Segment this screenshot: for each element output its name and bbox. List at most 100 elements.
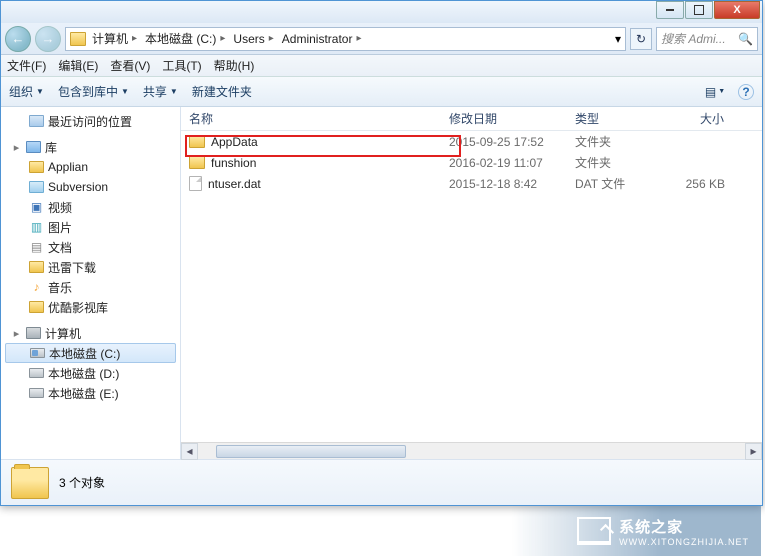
column-size[interactable]: 大小 [663, 110, 733, 127]
window-controls: X [655, 1, 760, 21]
tree-drive-d[interactable]: 本地磁盘 (D:) [1, 363, 180, 383]
close-button[interactable]: X [714, 1, 760, 19]
new-folder-button[interactable]: 新建文件夹 [192, 83, 252, 100]
drive-icon [29, 368, 44, 378]
address-row: ← → 计算机 ▸ 本地磁盘 (C:)▸ Users ▸ Administrator… [1, 23, 762, 55]
drive-icon [29, 388, 44, 398]
breadcrumb[interactable]: Administrator▸ [280, 32, 368, 46]
tree-label: Applian [48, 160, 88, 174]
folder-icon [189, 135, 205, 148]
tree-recent-places[interactable]: 最近访问的位置 [1, 111, 180, 131]
menu-tools[interactable]: 工具(T) [162, 57, 201, 74]
breadcrumb-label: 计算机 [92, 30, 128, 47]
tree-lib-item[interactable]: 迅雷下载 [1, 257, 180, 277]
tree-lib-video[interactable]: ▣视频 [1, 197, 180, 217]
view-options-button[interactable]: ▤▼ [706, 83, 724, 101]
tree-label: 最近访问的位置 [48, 113, 132, 130]
tree-label: 优酷影视库 [48, 299, 108, 316]
tree-lib-item[interactable]: Subversion [1, 177, 180, 197]
tree-lib-item[interactable]: 优酷影视库 [1, 297, 180, 317]
chevron-down-icon: ▼ [121, 87, 129, 96]
share-button[interactable]: 共享▼ [143, 83, 178, 100]
include-label: 包含到库中 [58, 83, 118, 100]
breadcrumb[interactable]: 本地磁盘 (C:)▸ [143, 30, 231, 47]
file-size: 256 KB [663, 177, 733, 191]
search-icon[interactable]: 🔍 [738, 32, 753, 46]
nav-back-button[interactable]: ← [5, 26, 31, 52]
chevron-right-icon[interactable]: ▸ [269, 33, 274, 44]
column-type[interactable]: 类型 [567, 110, 663, 127]
video-icon: ▣ [29, 200, 44, 214]
recent-icon [29, 115, 44, 127]
music-icon: ♪ [29, 280, 44, 294]
tree-lib-pictures[interactable]: ▥图片 [1, 217, 180, 237]
maximize-button[interactable] [685, 1, 713, 19]
menu-view[interactable]: 查看(V) [110, 57, 150, 74]
expand-icon[interactable]: ▸ [11, 328, 22, 339]
horizontal-scrollbar[interactable]: ◂ ▸ [181, 442, 762, 459]
file-rows[interactable]: AppData2015-09-25 17:52文件夹funshion2016-0… [181, 131, 762, 442]
tree-label: 音乐 [48, 279, 72, 296]
watermark-url: WWW.XITONGZHIJIA.NET [619, 537, 749, 547]
minimize-button[interactable] [656, 1, 684, 19]
file-date: 2016-02-19 11:07 [441, 156, 567, 170]
scroll-left-arrow[interactable]: ◂ [181, 443, 198, 460]
watermark: 系统之家 WWW.XITONGZHIJIA.NET [511, 506, 761, 556]
breadcrumb[interactable]: Users ▸ [231, 32, 279, 46]
share-label: 共享 [143, 83, 167, 100]
tree-label: 本地磁盘 (E:) [48, 385, 119, 402]
organize-button[interactable]: 组织▼ [9, 83, 44, 100]
breadcrumb[interactable]: 计算机 ▸ [90, 30, 143, 47]
address-bar[interactable]: 计算机 ▸ 本地磁盘 (C:)▸ Users ▸ Administrator▸ ▾ [65, 27, 626, 51]
file-type: 文件夹 [567, 133, 663, 150]
folder-icon [70, 32, 86, 46]
table-row[interactable]: ntuser.dat2015-12-18 8:42DAT 文件256 KB [181, 173, 762, 194]
library-icon [26, 141, 41, 153]
help-button[interactable]: ? [738, 84, 754, 100]
tree-lib-item[interactable]: Applian [1, 157, 180, 177]
file-date: 2015-12-18 8:42 [441, 177, 567, 191]
table-row[interactable]: funshion2016-02-19 11:07文件夹 [181, 152, 762, 173]
scroll-right-arrow[interactable]: ▸ [745, 443, 762, 460]
scroll-thumb[interactable] [216, 445, 406, 458]
tree-drive-e[interactable]: 本地磁盘 (E:) [1, 383, 180, 403]
watermark-logo-icon [577, 517, 611, 545]
breadcrumb-label: Users [233, 32, 264, 46]
column-date[interactable]: 修改日期 [441, 110, 567, 127]
tree-computer[interactable]: ▸ 计算机 [1, 323, 180, 343]
tree-label: 本地磁盘 (C:) [49, 345, 120, 362]
chevron-right-icon[interactable]: ▸ [132, 33, 137, 44]
include-library-button[interactable]: 包含到库中▼ [58, 83, 129, 100]
tree-library[interactable]: ▸ 库 [1, 137, 180, 157]
tree-label: 库 [45, 139, 57, 156]
file-type: DAT 文件 [567, 175, 663, 192]
refresh-button[interactable]: ↻ [630, 28, 652, 50]
navigation-tree[interactable]: 最近访问的位置 ▸ 库 Applian Subversion ▣视频 ▥图片 ▤… [1, 107, 181, 459]
file-name: AppData [211, 135, 258, 149]
tree-label: 文档 [48, 239, 72, 256]
folder-icon [189, 156, 205, 169]
documents-icon: ▤ [29, 240, 44, 254]
menu-file[interactable]: 文件(F) [7, 57, 46, 74]
nav-forward-button[interactable]: → [35, 26, 61, 52]
chevron-right-icon[interactable]: ▸ [220, 33, 225, 44]
tree-lib-music[interactable]: ♪ 音乐 [1, 277, 180, 297]
tree-drive-c[interactable]: 本地磁盘 (C:) [5, 343, 176, 363]
chevron-down-icon: ▼ [718, 88, 725, 95]
folder-large-icon [11, 467, 49, 499]
file-icon [189, 176, 202, 191]
search-input[interactable]: 搜索 Admi... 🔍 [656, 27, 758, 51]
menu-edit[interactable]: 编辑(E) [58, 57, 98, 74]
chevron-right-icon[interactable]: ▸ [356, 33, 361, 44]
column-name[interactable]: 名称 [181, 110, 441, 127]
expand-icon[interactable]: ▸ [11, 142, 22, 153]
tree-lib-documents[interactable]: ▤ 文档 [1, 237, 180, 257]
folder-icon [29, 261, 44, 273]
chevron-down-icon[interactable]: ▾ [615, 32, 621, 46]
search-placeholder: 搜索 Admi... [661, 30, 726, 47]
table-row[interactable]: AppData2015-09-25 17:52文件夹 [181, 131, 762, 152]
computer-icon [26, 327, 41, 339]
menu-help[interactable]: 帮助(H) [214, 57, 255, 74]
folder-icon [29, 161, 44, 173]
drive-icon [30, 348, 45, 358]
